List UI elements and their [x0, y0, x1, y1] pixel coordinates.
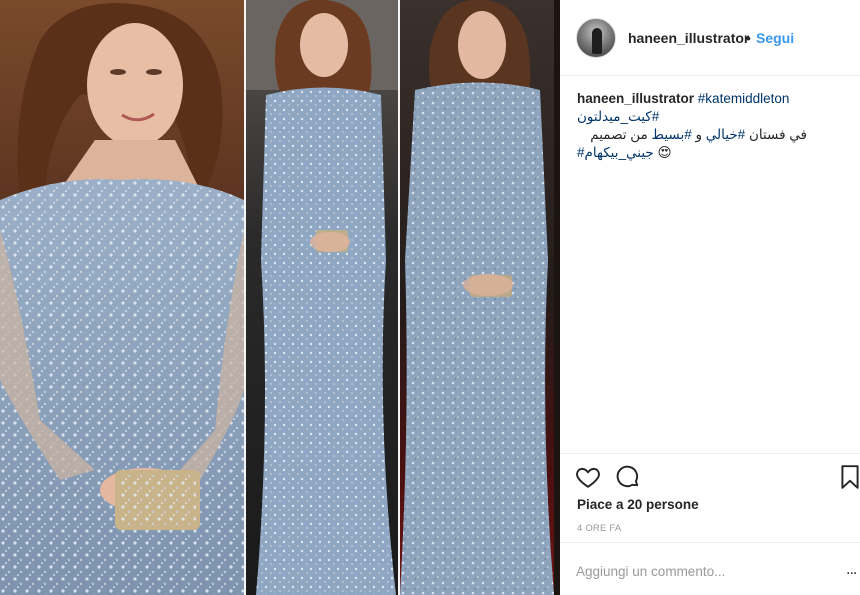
hashtag-link[interactable]: #بسيط — [652, 127, 692, 142]
photo-full-length-center — [246, 0, 398, 595]
caption-line-3: في فستان #خيالي و #بسيط من تصميم — [577, 126, 807, 144]
header-separator: • — [746, 30, 751, 46]
comment-form: ... — [560, 542, 860, 595]
caption-line-2: كيت_ميدلتون# — [577, 108, 847, 126]
caption-text: من تصميم — [590, 127, 652, 142]
hashtag-link[interactable]: #جيني_بيكهام — [577, 145, 654, 160]
heart-icon[interactable] — [575, 464, 603, 492]
hashtag-link[interactable]: كيت_ميدلتون# — [577, 109, 659, 124]
avatar-figure — [592, 28, 602, 54]
post-caption: haneen_illustrator #katemiddleton كيت_مي… — [577, 90, 847, 162]
caption-line-4: #جيني_بيكهام 😍 — [577, 144, 847, 162]
photo-closeup-drawing — [0, 3, 244, 595]
post-header: haneen_illustrator • Segui — [560, 0, 860, 76]
photo-closeup — [0, 0, 244, 595]
avatar[interactable] — [576, 18, 616, 58]
bookmark-icon[interactable] — [838, 464, 860, 492]
post-image[interactable] — [0, 0, 560, 595]
more-options-icon[interactable]: ... — [846, 561, 857, 579]
post-timestamp[interactable]: 4 ORE FA — [577, 523, 621, 534]
caption-text: في فستان — [745, 127, 807, 142]
comment-input[interactable] — [576, 561, 816, 581]
header-username[interactable]: haneen_illustrator — [628, 30, 749, 46]
likes-count[interactable]: Piace a 20 persone — [577, 497, 699, 512]
post-sidebar: haneen_illustrator • Segui haneen_illust… — [560, 0, 860, 595]
action-bar — [560, 453, 860, 501]
photo-right-drawing — [400, 0, 554, 595]
comment-bubble-icon[interactable] — [615, 464, 643, 492]
follow-button[interactable]: Segui — [756, 30, 794, 46]
caption-line-1: haneen_illustrator #katemiddleton — [577, 90, 847, 108]
photo-center-drawing — [246, 0, 398, 595]
caption-text: و — [691, 127, 706, 142]
emoji-heart-eyes: 😍 — [657, 145, 672, 160]
caption-username[interactable]: haneen_illustrator — [577, 91, 694, 106]
hashtag-link[interactable]: #خيالي — [706, 127, 745, 142]
hashtag-link[interactable]: #katemiddleton — [698, 91, 790, 106]
photo-full-length-right — [400, 0, 554, 595]
